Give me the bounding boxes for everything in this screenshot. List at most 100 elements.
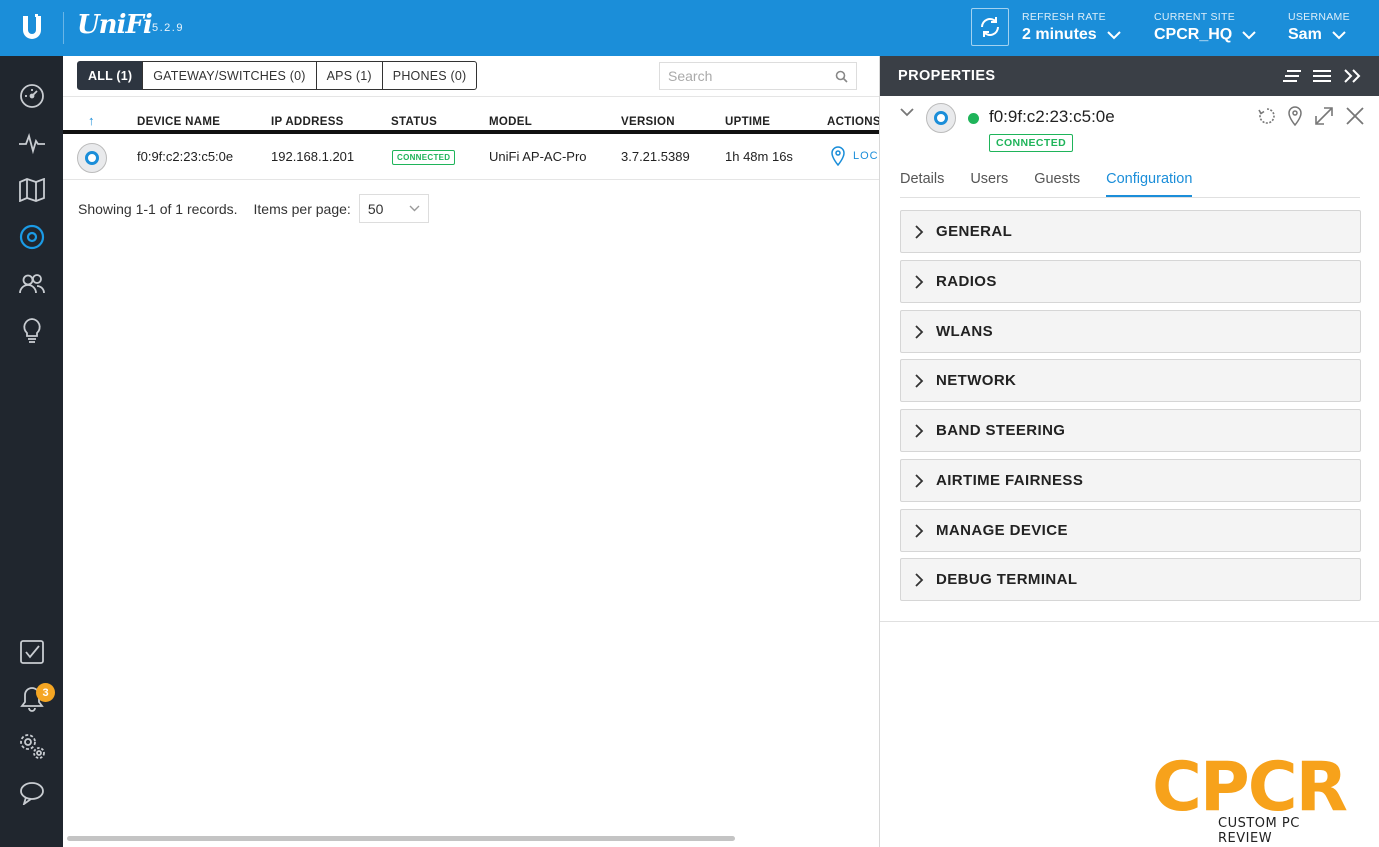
close-icon[interactable] [1346,107,1364,125]
site-value: CPCR_HQ [1154,26,1233,43]
map-icon [18,178,45,202]
cpcr-watermark-logo: CPCR CUSTOM PC REVIEW [1152,748,1357,847]
app-version: 5.2.9 [152,22,184,34]
nav-insights[interactable] [0,311,63,351]
locate-label: LOC [853,150,879,162]
section-label: NETWORK [936,372,1017,389]
uptime: 1h 48m 16s [725,149,793,164]
locate-pin-icon[interactable] [1288,106,1302,126]
user-menu[interactable]: USERNAME Sam [1288,11,1350,44]
section-label: RADIOS [936,273,997,290]
top-bar: UniFi 5.2.9 REFRESH RATE 2 minutes CURRE… [0,0,1379,56]
version: 3.7.21.5389 [621,149,690,164]
col-version[interactable]: VERSION [621,116,675,128]
table-header: ↑ DEVICE NAME IP ADDRESS STATUS MODEL VE… [63,112,881,134]
section-label: AIRTIME FAIRNESS [936,472,1084,489]
model: UniFi AP-AC-Pro [489,149,587,164]
search-input[interactable]: Search [659,62,857,90]
alerts-badge: 3 [36,683,55,702]
chevron-down-icon [1106,30,1121,39]
access-point-icon [926,103,956,133]
device-name: f0:9f:c2:23:c5:0e [137,149,234,164]
section-label: BAND STEERING [936,422,1066,439]
search-placeholder: Search [668,68,713,84]
chevron-down-icon[interactable] [900,108,914,117]
properties-panel: PROPERTIES f0:9f:c2:23:c5:0e CONNECTED D… [879,56,1379,847]
col-uptime[interactable]: UPTIME [725,116,770,128]
compact-list-icon[interactable] [1283,69,1301,83]
tab-phones[interactable]: PHONES (0) [381,61,478,90]
nav-clients[interactable] [0,264,63,304]
section-network[interactable]: NETWORK [900,359,1361,402]
records-summary: Showing 1-1 of 1 records. [78,200,238,217]
chevron-right-icon [915,373,924,388]
col-model[interactable]: MODEL [489,116,532,128]
device-title: f0:9f:c2:23:c5:0e [989,107,1115,126]
settings-icon [19,734,45,759]
col-status[interactable]: STATUS [391,116,437,128]
restart-icon[interactable] [1258,107,1276,125]
nav-dashboard[interactable] [0,76,63,116]
col-ip-address[interactable]: IP ADDRESS [271,116,344,128]
status-badge: CONNECTED [392,150,456,165]
chevron-down-icon [409,205,420,212]
tab-users[interactable]: Users [970,166,1008,197]
section-general[interactable]: GENERAL [900,210,1361,253]
tab-all[interactable]: ALL (1) [77,61,144,90]
tab-configuration[interactable]: Configuration [1106,166,1193,197]
nav-statistics[interactable] [0,123,63,163]
sort-indicator[interactable]: ↑ [88,113,95,128]
section-wlans[interactable]: WLANS [900,310,1361,353]
section-airtime-fairness[interactable]: AIRTIME FAIRNESS [900,459,1361,502]
insights-icon [22,318,41,343]
device-filter-tabs: ALL (1) GATEWAY/SWITCHES (0) APS (1) PHO… [77,61,478,90]
nav-devices[interactable] [0,217,63,257]
tab-aps[interactable]: APS (1) [315,61,383,90]
online-indicator [968,113,979,124]
username-label: USERNAME [1288,11,1350,23]
nav-map[interactable] [0,170,63,210]
device-summary: f0:9f:c2:23:c5:0e CONNECTED [880,96,1379,164]
refresh-button[interactable] [971,8,1009,46]
devices-main: ALL (1) GATEWAY/SWITCHES (0) APS (1) PHO… [63,56,881,847]
section-label: DEBUG TERMINAL [936,571,1078,588]
items-per-page-select[interactable]: 50 [358,194,429,223]
nav-chat[interactable] [0,773,63,813]
section-debug-terminal[interactable]: DEBUG TERMINAL [900,558,1361,601]
logo-divider [63,12,64,44]
pagination-footer: Showing 1-1 of 1 records. Items per page… [78,194,429,223]
section-manage-device[interactable]: MANAGE DEVICE [900,509,1361,552]
collapse-panel-icon[interactable] [1343,69,1361,83]
tab-guests[interactable]: Guests [1034,166,1080,197]
chevron-down-icon [1242,30,1256,39]
nav-settings[interactable] [0,726,63,766]
locate-action[interactable]: LOC [831,146,879,166]
panel-title: PROPERTIES [898,68,996,84]
refresh-icon [981,17,999,37]
section-label: MANAGE DEVICE [936,522,1068,539]
horizontal-scrollbar[interactable] [67,836,735,841]
chevron-right-icon [915,274,924,289]
access-point-icon [77,143,107,173]
watermark-big-text: CPCR [1152,748,1348,827]
expand-icon[interactable] [1314,106,1334,126]
ubiquiti-logo[interactable] [0,0,63,56]
properties-header: PROPERTIES [880,56,1379,96]
nav-events[interactable] [0,632,63,672]
refresh-rate-selector[interactable]: REFRESH RATE 2 minutes [1022,11,1121,44]
table-row[interactable]: f0:9f:c2:23:c5:0e 192.168.1.201 CONNECTE… [63,136,879,180]
username-value: Sam [1288,26,1322,43]
unifi-logo-text: UniFi [77,10,153,40]
chevron-down-icon [1332,30,1346,39]
tab-details[interactable]: Details [900,166,944,197]
section-radios[interactable]: RADIOS [900,260,1361,303]
site-selector[interactable]: CURRENT SITE CPCR_HQ [1154,11,1256,44]
section-band-steering[interactable]: BAND STEERING [900,409,1361,452]
nav-alerts[interactable]: 3 [0,679,63,719]
menu-icon[interactable] [1313,69,1331,83]
refresh-rate-value: 2 minutes [1022,26,1097,43]
col-device-name[interactable]: DEVICE NAME [137,116,220,128]
chat-icon [19,782,44,805]
sidebar: 3 [0,56,63,847]
tab-gateway-switches[interactable]: GATEWAY/SWITCHES (0) [142,61,317,90]
